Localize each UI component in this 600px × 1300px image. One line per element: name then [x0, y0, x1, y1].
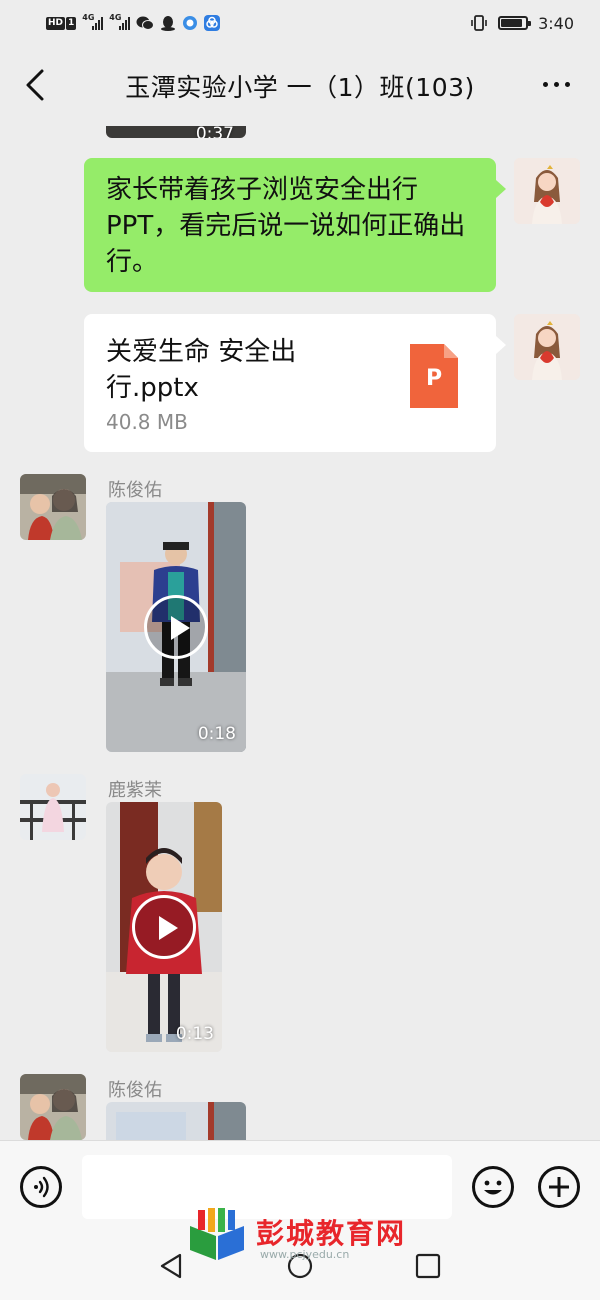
qq-icon [161, 16, 176, 31]
avatar[interactable] [514, 158, 580, 224]
message-list[interactable]: 0:37 家长带着孩子浏览安全出行PPT，看完后说一说如何正确出行。 关爱生命 … [0, 126, 600, 1140]
message-bubble: 家长带着孩子浏览安全出行PPT，看完后说一说如何正确出行。 [84, 158, 496, 292]
clock: 3:40 [538, 13, 574, 33]
browser-icon [183, 16, 198, 30]
voice-input-icon[interactable] [20, 1166, 62, 1208]
wechat-icon [136, 16, 155, 30]
emoji-icon[interactable] [472, 1166, 514, 1208]
network-type-label: 4G [109, 13, 122, 22]
signal-icon: 4G [109, 13, 131, 30]
play-icon[interactable] [132, 895, 196, 959]
status-bar-right: 3:40 [470, 12, 574, 34]
file-size: 40.8 MB [106, 410, 188, 434]
page-title: 玉潭实验小学 一（1）班(103) [125, 73, 475, 102]
avatar-photo [20, 474, 86, 540]
chat-header: 玉潭实验小学 一（1）班(103) [0, 46, 600, 126]
avatar-photo [20, 774, 86, 840]
voice-waves [34, 1176, 49, 1198]
status-bar: HD 1 4G 4G 3:40 [0, 0, 600, 46]
watermark: 彭城教育网 www.pcjyedu.cn [180, 1208, 430, 1268]
smiley [484, 1180, 502, 1195]
video-duration: 0:18 [197, 724, 236, 744]
bubble-tail [496, 180, 506, 198]
sender-name: 鹿紫茉 [108, 780, 162, 801]
video-message[interactable]: 0:18 [106, 502, 246, 752]
watermark-url: www.pcjyedu.cn [260, 1248, 350, 1261]
avatar[interactable] [20, 474, 86, 540]
book-logo-icon [190, 1208, 244, 1260]
sender-name: 陈俊佑 [108, 1080, 162, 1101]
sender-name: 陈俊佑 [108, 480, 162, 501]
file-type-letter: P [425, 366, 443, 391]
video-duration: 0:13 [175, 1024, 214, 1044]
hd-sim-badge: HD 1 [46, 16, 77, 30]
more-options-icon[interactable] [543, 82, 570, 87]
video-thumbnail [106, 1102, 246, 1140]
avatar-illustration [514, 314, 580, 380]
sim-badge: 1 [66, 16, 77, 30]
video-duration: 0:37 [195, 126, 234, 138]
plus-sign [549, 1177, 569, 1197]
avatar-illustration [514, 158, 580, 224]
play-icon[interactable] [144, 595, 208, 659]
message-text: 家长带着孩子浏览安全出行PPT，看完后说一说如何正确出行。 [106, 175, 466, 277]
own-text-message[interactable]: 家长带着孩子浏览安全出行PPT，看完后说一说如何正确出行。 [84, 158, 506, 292]
avatar-photo [20, 1074, 86, 1140]
watermark-text: 彭城教育网 [256, 1217, 407, 1250]
hd-badge: HD [46, 16, 66, 30]
bubble-tail [496, 336, 506, 354]
video-message[interactable]: 0:13 [106, 802, 222, 1052]
vibrate-icon [471, 15, 487, 31]
add-more-icon[interactable] [538, 1166, 580, 1208]
signal-icon: 4G [82, 13, 104, 30]
message-bubble: 关爱生命 安全出行.pptx 40.8 MB P [84, 314, 496, 452]
file-message[interactable]: 关爱生命 安全出行.pptx 40.8 MB P [84, 314, 506, 452]
avatar[interactable] [514, 314, 580, 380]
avatar[interactable] [20, 774, 86, 840]
network-type-label: 4G [82, 13, 95, 22]
video-message[interactable]: 0:37 [106, 126, 246, 138]
pptx-file-icon: P [410, 344, 458, 408]
battery-icon [498, 16, 532, 30]
status-bar-left: HD 1 4G 4G [46, 12, 221, 34]
file-name: 关爱生命 安全出行.pptx [106, 337, 297, 403]
avatar[interactable] [20, 1074, 86, 1140]
app-icon [204, 15, 221, 31]
video-message[interactable] [106, 1102, 246, 1140]
